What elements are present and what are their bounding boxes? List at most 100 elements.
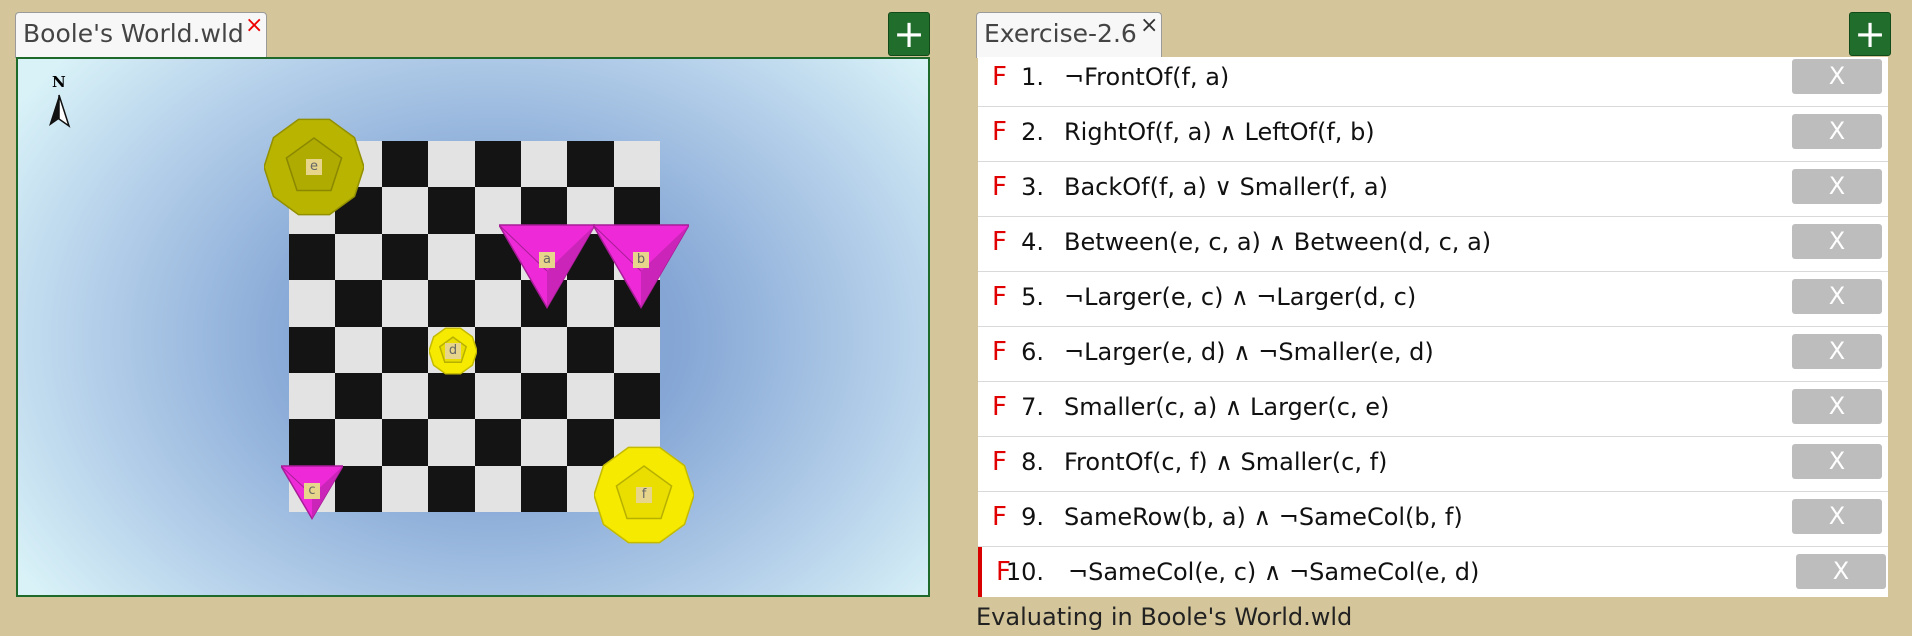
sentence-formula[interactable]: FrontOf(c, f) ∧ Smaller(c, f)	[1064, 437, 1387, 487]
board-cell	[613, 372, 660, 420]
sentence-formula[interactable]: ¬Larger(e, d) ∧ ¬Smaller(e, d)	[1064, 327, 1434, 377]
delete-sentence-button[interactable]: X	[1792, 59, 1882, 94]
board-cell	[474, 372, 521, 420]
sentence-formula[interactable]: Between(e, c, a) ∧ Between(d, c, a)	[1064, 217, 1491, 267]
exercise-tab-close-icon[interactable]: ×	[1140, 5, 1158, 47]
sentence-number: 1.	[1021, 63, 1044, 91]
board-cell	[520, 372, 568, 420]
board-cell	[381, 141, 429, 188]
exercise-tab-label: Exercise-2.6	[984, 19, 1137, 48]
delete-sentence-button[interactable]: X	[1792, 499, 1882, 534]
block-d[interactable]: d	[428, 327, 478, 375]
board-cell	[474, 141, 521, 188]
board-cell	[520, 465, 568, 512]
compass: N	[46, 73, 72, 133]
sentence-list: F 1. ¬FrontOf(f, a) X F 2. RightOf(f, a) ∧ Lef…	[978, 57, 1888, 597]
delete-sentence-button[interactable]: X	[1792, 334, 1882, 369]
block-label: a	[539, 251, 555, 268]
board-cell	[474, 326, 521, 373]
board-cell	[335, 326, 382, 373]
board-cell	[289, 233, 336, 281]
delete-sentence-button[interactable]: X	[1792, 279, 1882, 314]
block-f[interactable]: f	[593, 445, 695, 545]
truth-value: F	[992, 117, 1007, 147]
block-label: f	[636, 487, 652, 503]
sentence-number: 2.	[1021, 118, 1044, 146]
sentence-row[interactable]: F 6. ¬Larger(e, d) ∧ ¬Smaller(e, d) X	[978, 327, 1888, 382]
sentence-formula[interactable]: BackOf(f, a) ∨ Smaller(f, a)	[1064, 162, 1388, 212]
board-cell	[381, 372, 429, 420]
board-cell	[428, 280, 475, 327]
block-b[interactable]: b	[591, 223, 691, 319]
delete-sentence-button[interactable]: X	[1792, 114, 1882, 149]
sentence-number: 10.	[1005, 558, 1044, 586]
board-cell	[335, 280, 382, 327]
board-cell	[520, 419, 568, 466]
board-cell	[428, 187, 475, 234]
sentence-formula[interactable]: ¬SameCol(e, c) ∧ ¬SameCol(e, d)	[1068, 547, 1479, 597]
world-tab[interactable]: Boole's World.wld ×	[15, 12, 267, 58]
sentence-row[interactable]: F 8. FrontOf(c, f) ∧ Smaller(c, f) X	[978, 437, 1888, 492]
exercise-tab[interactable]: Exercise-2.6 ×	[976, 12, 1162, 58]
board-cell	[381, 280, 429, 327]
delete-sentence-button[interactable]: X	[1796, 554, 1886, 589]
sentence-formula[interactable]: ¬Larger(e, c) ∧ ¬Larger(d, c)	[1064, 272, 1416, 322]
board-cell	[428, 372, 475, 420]
sentence-formula[interactable]: RightOf(f, a) ∧ LeftOf(f, b)	[1064, 107, 1375, 157]
world-tab-close-icon[interactable]: ×	[245, 5, 263, 47]
board-cell	[381, 465, 429, 512]
board-cell	[289, 280, 336, 327]
board-cell	[567, 372, 614, 420]
board-cell	[428, 233, 475, 281]
compass-arrow-icon	[49, 94, 71, 128]
truth-value: F	[992, 227, 1007, 257]
truth-value: F	[992, 392, 1007, 422]
sentence-row[interactable]: F 7. Smaller(c, a) ∧ Larger(c, e) X	[978, 382, 1888, 437]
sentence-formula[interactable]: Smaller(c, a) ∧ Larger(c, e)	[1064, 382, 1389, 432]
board-cell	[381, 187, 429, 234]
block-label: c	[304, 482, 320, 499]
sentence-row[interactable]: F 2. RightOf(f, a) ∧ LeftOf(f, b) X	[978, 107, 1888, 162]
status-text: Evaluating in Boole's World.wld	[976, 603, 1353, 631]
block-a[interactable]: a	[497, 223, 597, 319]
sentence-row[interactable]: F 9. SameRow(b, a) ∧ ¬SameCol(b, f) X	[978, 492, 1888, 547]
sentence-number: 4.	[1021, 228, 1044, 256]
sentence-number: 8.	[1021, 448, 1044, 476]
sentence-row[interactable]: F 4. Between(e, c, a) ∧ Between(d, c, a) X	[978, 217, 1888, 272]
block-label: e	[306, 159, 322, 175]
delete-sentence-button[interactable]: X	[1792, 169, 1882, 204]
board-cell	[613, 326, 660, 373]
sentence-row[interactable]: F 1. ¬FrontOf(f, a) X	[978, 57, 1888, 107]
board-cell	[335, 372, 382, 420]
sentence-formula[interactable]: ¬FrontOf(f, a)	[1064, 57, 1229, 102]
block-label: b	[633, 251, 649, 268]
board-cell	[428, 141, 475, 188]
block-e[interactable]: e	[263, 117, 365, 217]
block-c[interactable]: c	[279, 464, 345, 526]
sentence-row[interactable]: F 10. ¬SameCol(e, c) ∧ ¬SameCol(e, d) X	[978, 547, 1888, 597]
truth-value: F	[992, 337, 1007, 367]
compass-label: N	[52, 73, 66, 91]
add-world-button[interactable]: +	[888, 12, 930, 56]
delete-sentence-button[interactable]: X	[1792, 224, 1882, 259]
board-cell	[474, 419, 521, 466]
board-cell	[520, 326, 568, 373]
world-view[interactable]: N e a b d c f	[16, 57, 930, 597]
sentence-number: 3.	[1021, 173, 1044, 201]
sentence-number: 9.	[1021, 503, 1044, 531]
delete-sentence-button[interactable]: X	[1792, 389, 1882, 424]
block-label: d	[445, 343, 461, 359]
board-cell	[613, 141, 660, 188]
sentence-row[interactable]: F 5. ¬Larger(e, c) ∧ ¬Larger(d, c) X	[978, 272, 1888, 327]
board-cell	[428, 465, 475, 512]
add-sentence-button[interactable]: +	[1849, 12, 1891, 56]
sentence-row[interactable]: F 3. BackOf(f, a) ∨ Smaller(f, a) X	[978, 162, 1888, 217]
board-cell	[428, 419, 475, 466]
truth-value: F	[992, 447, 1007, 477]
sentence-number: 7.	[1021, 393, 1044, 421]
board-cell	[289, 419, 336, 466]
truth-value: F	[992, 282, 1007, 312]
sentence-formula[interactable]: SameRow(b, a) ∧ ¬SameCol(b, f)	[1064, 492, 1463, 542]
board-cell	[289, 326, 336, 373]
delete-sentence-button[interactable]: X	[1792, 444, 1882, 479]
